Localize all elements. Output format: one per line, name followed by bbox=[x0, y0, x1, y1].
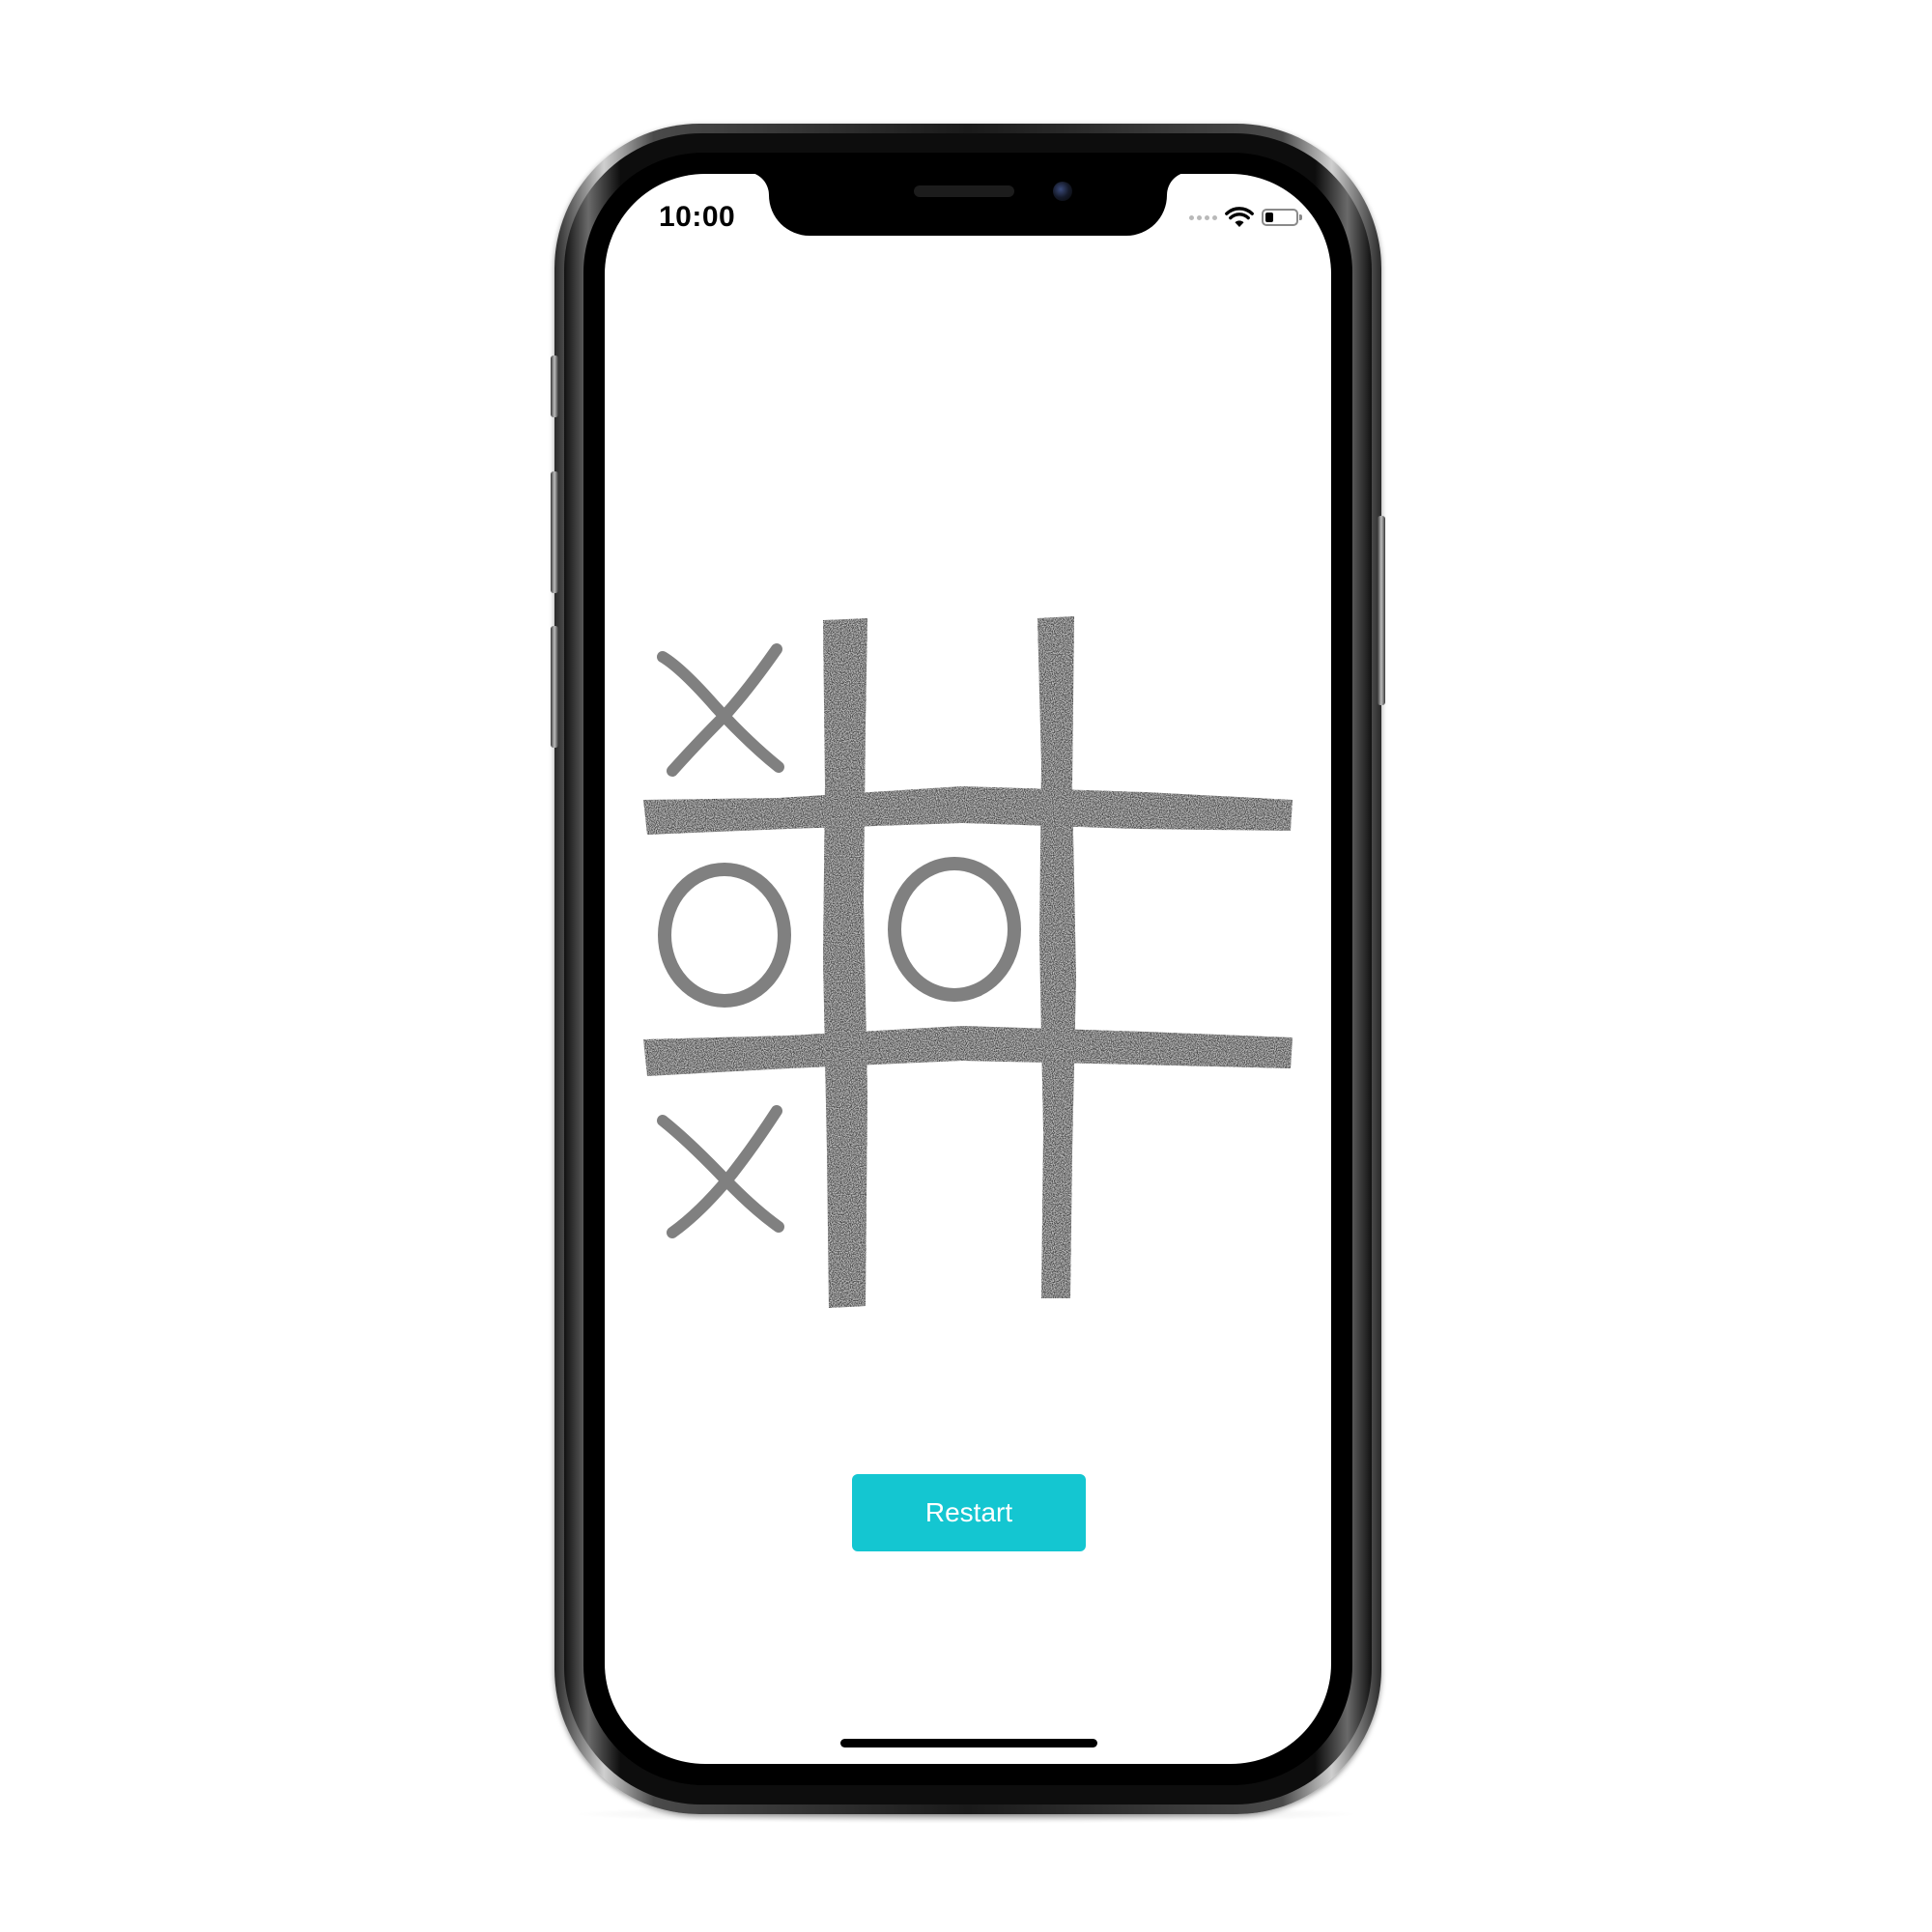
cellular-signal-icon bbox=[1189, 214, 1217, 220]
cell-2-1[interactable] bbox=[643, 840, 813, 1030]
phone-screen: 10:00 Restart bbox=[605, 174, 1331, 1764]
restart-button[interactable]: Restart bbox=[852, 1474, 1086, 1551]
cell-3-1[interactable] bbox=[643, 1082, 813, 1256]
status-icons bbox=[1189, 203, 1302, 232]
grid-line-vertical-1 bbox=[823, 618, 867, 1308]
game-board bbox=[643, 611, 1293, 1316]
volume-down-button bbox=[551, 626, 558, 748]
page-stage: 10:00 Restart bbox=[0, 0, 1932, 1932]
earpiece-speaker bbox=[914, 185, 1014, 197]
grid-line-vertical-2 bbox=[1037, 616, 1076, 1298]
battery-icon bbox=[1262, 209, 1302, 226]
x-mark bbox=[657, 1105, 784, 1238]
grid-line-horizontal-1 bbox=[643, 786, 1293, 835]
notch bbox=[769, 174, 1167, 236]
cell-1-3[interactable] bbox=[1080, 630, 1283, 784]
o-mark bbox=[658, 863, 791, 1008]
cell-3-3[interactable] bbox=[1080, 1082, 1283, 1256]
wifi-icon bbox=[1225, 207, 1254, 227]
mute-switch bbox=[551, 355, 558, 417]
cell-3-2[interactable] bbox=[871, 1082, 1034, 1256]
home-indicator[interactable] bbox=[840, 1739, 1097, 1747]
front-camera-icon bbox=[1053, 182, 1072, 201]
o-mark bbox=[888, 857, 1021, 1002]
x-mark bbox=[657, 643, 784, 777]
cell-1-1[interactable] bbox=[643, 630, 813, 784]
volume-up-button bbox=[551, 471, 558, 593]
grid-line-horizontal-2 bbox=[643, 1026, 1293, 1076]
cell-2-2[interactable] bbox=[873, 837, 1036, 1026]
cell-2-3[interactable] bbox=[1080, 840, 1283, 1030]
cell-1-2[interactable] bbox=[871, 630, 1034, 784]
power-button bbox=[1378, 516, 1385, 705]
status-time: 10:00 bbox=[659, 201, 736, 233]
